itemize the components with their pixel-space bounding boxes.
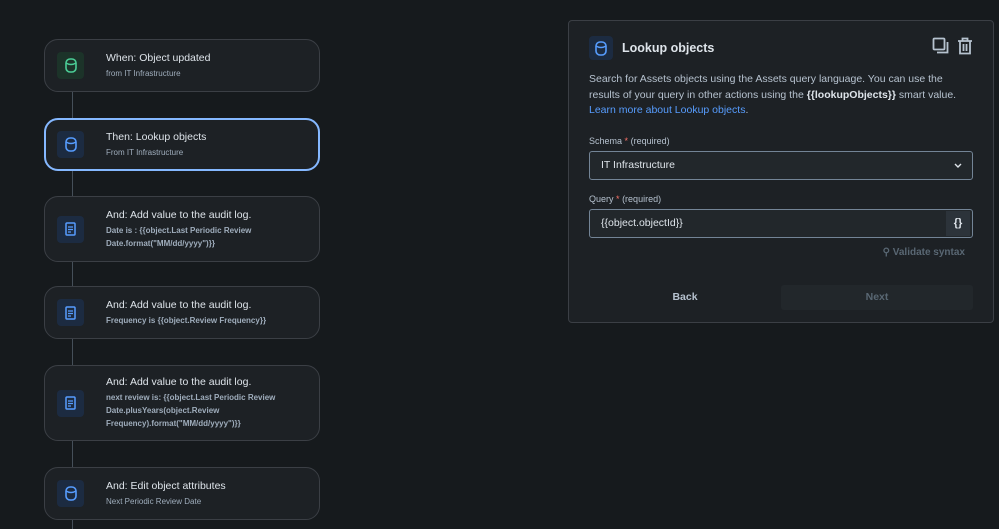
flow-step-audit-log[interactable]: And: Add value to the audit log. Frequenc… bbox=[44, 286, 320, 339]
flow-step-edit-object[interactable]: And: Edit object attributes Next Periodic… bbox=[44, 467, 320, 520]
flow-step-audit-log[interactable]: And: Add value to the audit log. Date is … bbox=[44, 196, 320, 262]
panel-title: Lookup objects bbox=[622, 41, 715, 55]
back-button[interactable]: Back bbox=[589, 285, 781, 310]
search-icon: ⚲ bbox=[882, 246, 890, 258]
next-button[interactable]: Next bbox=[781, 284, 973, 310]
step-title: And: Add value to the audit log. bbox=[106, 376, 252, 388]
query-label: Query * (required) bbox=[589, 193, 662, 204]
smart-value-button[interactable]: {} bbox=[946, 210, 970, 236]
step-subtitle: Next Periodic Review Date bbox=[106, 496, 202, 506]
database-icon bbox=[57, 131, 84, 158]
learn-more-link[interactable]: Learn more about Lookup objects bbox=[589, 104, 745, 116]
validate-syntax-button[interactable]: ⚲ Validate syntax bbox=[589, 247, 973, 258]
delete-icon[interactable] bbox=[957, 37, 973, 60]
document-icon bbox=[57, 215, 84, 243]
step-subtitle: From IT Infrastructure bbox=[106, 147, 184, 157]
flow-step-lookup[interactable]: Then: Lookup objects From IT Infrastructu… bbox=[44, 118, 320, 171]
step-title: And: Edit object attributes bbox=[106, 479, 226, 492]
step-subtitle: from IT Infrastructure bbox=[106, 68, 181, 78]
step-subtitle: next review is: {{object.Last Periodic R… bbox=[106, 393, 276, 428]
step-title: And: Add value to the audit log. bbox=[106, 208, 252, 221]
panel-description: Search for Assets objects using the Asse… bbox=[589, 73, 957, 116]
step-title: And: Add value to the audit log. bbox=[106, 298, 252, 311]
document-icon bbox=[57, 299, 84, 326]
database-icon bbox=[589, 36, 613, 60]
query-input[interactable]: {{object.objectId}}{} bbox=[589, 208, 973, 238]
step-subtitle: Frequency is {{object.Review Frequency}} bbox=[106, 315, 267, 325]
step-title: Then: Lookup objects bbox=[106, 130, 207, 143]
flow-step-audit-log[interactable]: And: Add value to the audit log. next rev… bbox=[44, 365, 320, 441]
lookup-objects-panel: Lookup objects Search for Assets objects… bbox=[568, 20, 994, 323]
duplicate-icon[interactable] bbox=[932, 37, 949, 59]
schema-select[interactable]: IT Infrastructure bbox=[589, 150, 973, 180]
document-icon bbox=[57, 389, 84, 417]
schema-label: Schema * (required) bbox=[589, 135, 670, 146]
database-icon bbox=[57, 52, 84, 79]
chevron-down-icon bbox=[954, 159, 962, 171]
flow-step-trigger[interactable]: When: Object updated from IT Infrastructu… bbox=[44, 39, 320, 92]
step-title: When: Object updated bbox=[106, 51, 211, 64]
database-icon bbox=[57, 480, 84, 507]
step-subtitle: Date is : {{object.Last Periodic Review … bbox=[106, 225, 252, 248]
